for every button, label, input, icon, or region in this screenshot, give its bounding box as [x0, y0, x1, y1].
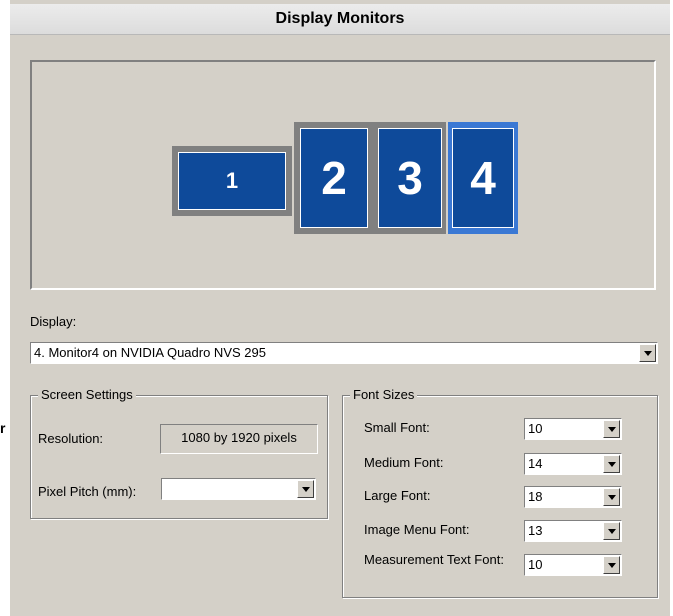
- display-select[interactable]: 4. Monitor4 on NVIDIA Quadro NVS 295: [30, 342, 658, 364]
- medium-font-label: Medium Font:: [364, 455, 444, 470]
- small-font-value: 10: [528, 421, 543, 436]
- chevron-down-icon: [643, 350, 652, 356]
- monitor-4[interactable]: 4: [448, 122, 518, 234]
- display-monitors-panel: Display Monitors 1 2 3 4 Display: 4. Mon…: [10, 0, 670, 616]
- large-font-value: 18: [528, 489, 543, 504]
- large-font-select[interactable]: 18: [524, 486, 622, 508]
- image-menu-font-value: 13: [528, 523, 543, 538]
- display-select-value: 4. Monitor4 on NVIDIA Quadro NVS 295: [34, 345, 266, 360]
- chevron-down-icon: [301, 486, 310, 492]
- monitor-3-number: 3: [397, 152, 423, 204]
- measurement-text-font-select[interactable]: 10: [524, 554, 622, 576]
- medium-font-dropdown-button[interactable]: [603, 455, 620, 473]
- monitor-layout-preview: 1 2 3 4: [30, 60, 656, 290]
- large-font-label: Large Font:: [364, 488, 431, 503]
- measurement-text-font-label: Measurement Text Font:: [364, 552, 504, 567]
- small-font-label: Small Font:: [364, 420, 430, 435]
- monitor-1[interactable]: 1: [172, 146, 292, 216]
- pixel-pitch-select[interactable]: [161, 478, 316, 500]
- chevron-down-icon: [607, 494, 616, 500]
- medium-font-select[interactable]: 14: [524, 453, 622, 475]
- screen-settings-group: [30, 395, 328, 519]
- font-sizes-title: Font Sizes: [350, 387, 418, 402]
- chevron-down-icon: [607, 562, 616, 568]
- pixel-pitch-label: Pixel Pitch (mm):: [38, 484, 137, 499]
- small-font-dropdown-button[interactable]: [603, 420, 620, 438]
- chevron-down-icon: [607, 426, 616, 432]
- large-font-dropdown-button[interactable]: [603, 488, 620, 506]
- display-dropdown-button[interactable]: [639, 344, 656, 362]
- monitor-2[interactable]: 2: [294, 122, 374, 234]
- resolution-label: Resolution:: [38, 431, 104, 446]
- image-menu-font-select[interactable]: 13: [524, 520, 622, 542]
- monitor-4-number: 4: [470, 152, 496, 204]
- monitor-1-number: 1: [225, 168, 239, 193]
- pixel-pitch-dropdown-button[interactable]: [297, 480, 314, 498]
- resolution-value: 1080 by 1920 pixels: [160, 424, 318, 454]
- image-menu-font-dropdown-button[interactable]: [603, 522, 620, 540]
- screen-settings-title: Screen Settings: [38, 387, 136, 402]
- stray-text: r: [0, 420, 6, 436]
- chevron-down-icon: [607, 528, 616, 534]
- display-label: Display:: [30, 314, 77, 329]
- page-title: Display Monitors: [275, 10, 405, 27]
- chevron-down-icon: [607, 461, 616, 467]
- medium-font-value: 14: [528, 456, 543, 471]
- measurement-text-font-value: 10: [528, 557, 543, 572]
- measurement-text-font-dropdown-button[interactable]: [603, 556, 620, 574]
- small-font-select[interactable]: 10: [524, 418, 622, 440]
- image-menu-font-label: Image Menu Font:: [364, 522, 470, 537]
- monitor-3[interactable]: 3: [374, 122, 446, 234]
- monitor-2-number: 2: [321, 152, 347, 204]
